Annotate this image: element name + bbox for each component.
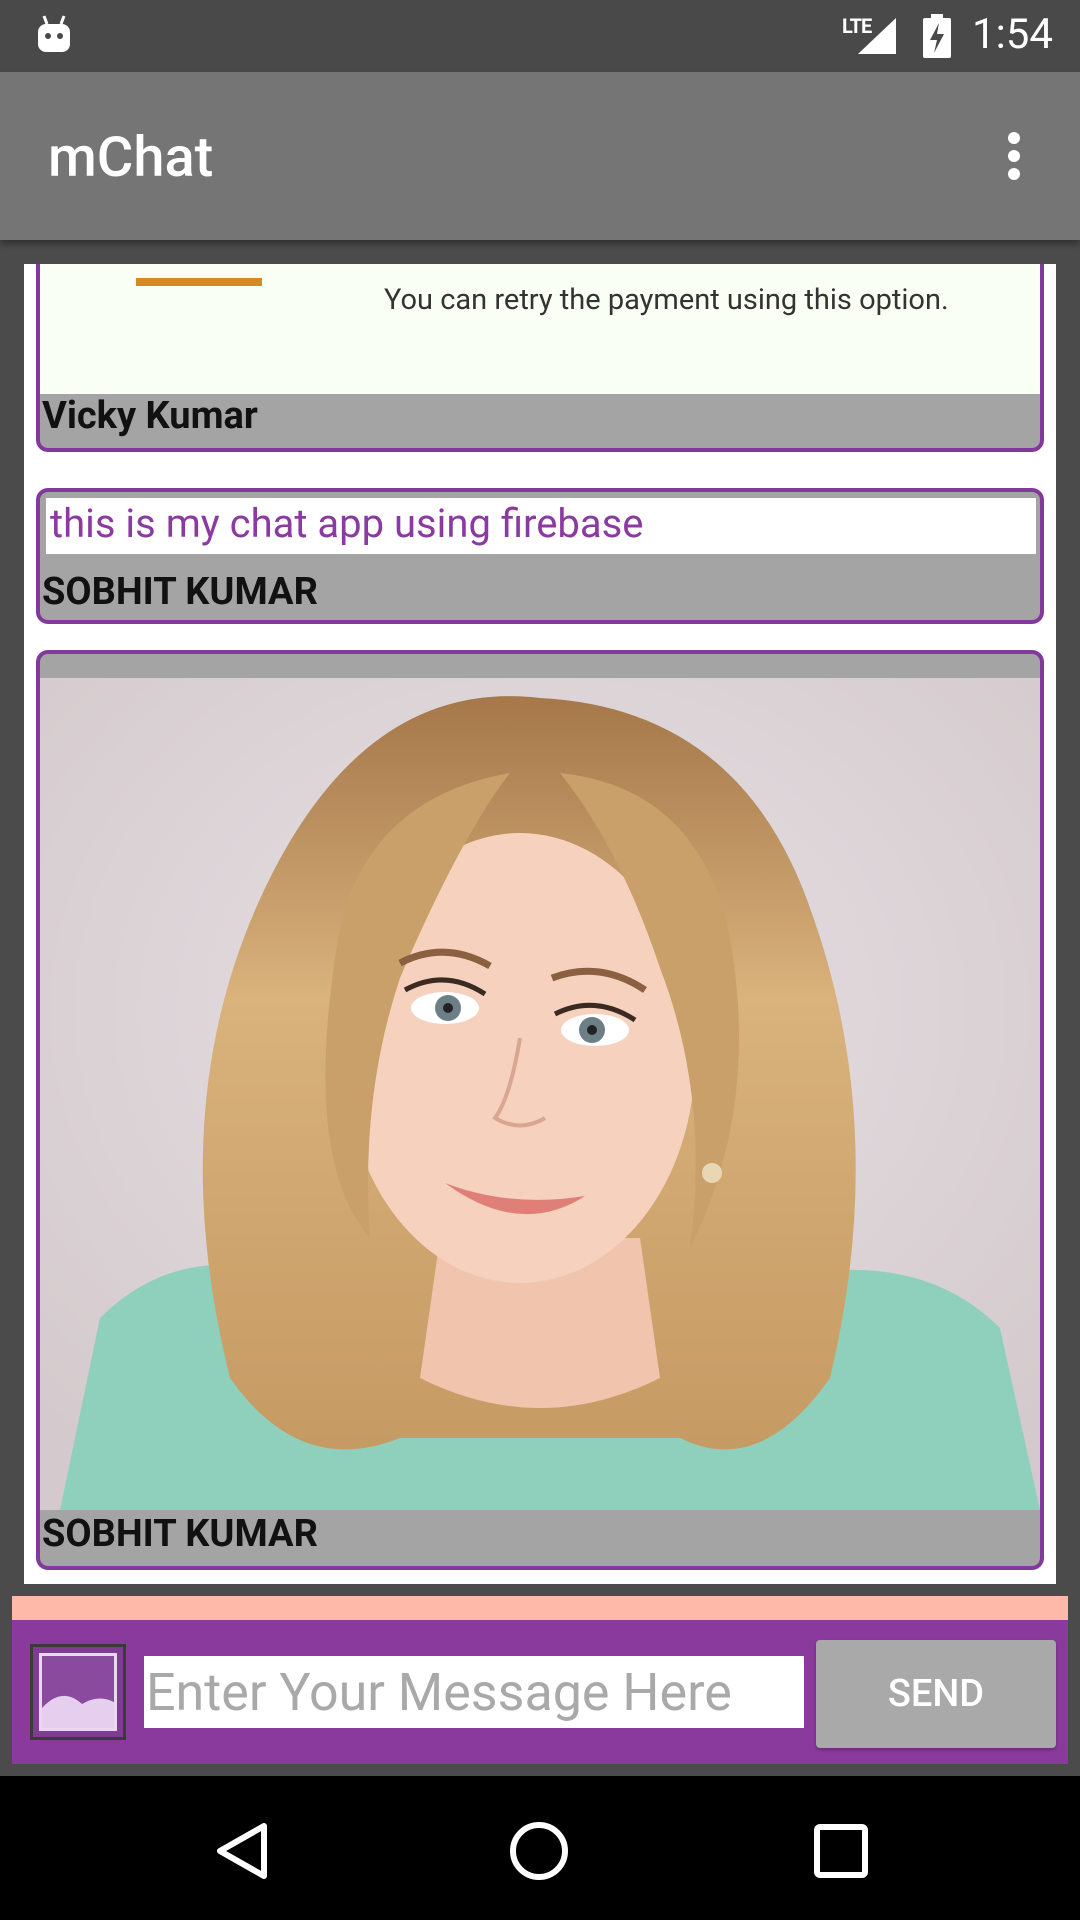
chat-message-image[interactable]: You can retry the payment using this opt… [36,264,1044,452]
chat-message-list[interactable]: You can retry the payment using this opt… [24,264,1056,1584]
image-picker-icon [39,1653,117,1731]
overflow-menu-icon[interactable] [996,128,1032,184]
message-composer: SEND [12,1620,1068,1764]
message-sender: Vicky Kumar [42,394,258,438]
android-icon [38,15,70,52]
screenshot-graphic [136,278,262,286]
portrait-illustration [40,678,1040,1510]
message-sender: SOBHIT KUMAR [42,1512,318,1556]
message-input[interactable] [144,1656,804,1728]
app-toolbar: mChat [0,72,1080,240]
overflow-dot [1008,150,1020,162]
portrait-photo[interactable] [40,678,1040,1510]
recents-icon[interactable] [806,1816,876,1886]
message-text-box: this is my chat app using firebase [46,498,1036,554]
message-sender: SOBHIT KUMAR [42,570,318,614]
overflow-dot [1008,132,1020,144]
screenshot-text: You can retry the payment using this opt… [384,283,949,317]
signal-icon [858,18,896,54]
back-icon[interactable] [206,1816,276,1886]
chat-message-text[interactable]: this is my chat app using firebase SOBHI… [36,488,1044,624]
battery-charging-icon [923,14,951,58]
home-icon[interactable] [504,1816,574,1886]
clock: 1:54 [972,10,1053,59]
shared-screenshot-image[interactable]: You can retry the payment using this opt… [40,264,1040,394]
overflow-dot [1008,168,1020,180]
message-text: this is my chat app using firebase [50,500,644,547]
chat-message-image[interactable]: SOBHIT KUMAR [36,650,1044,1570]
app-title: mChat [48,124,214,190]
image-picker-button[interactable] [30,1644,126,1740]
navigation-bar [0,1776,1080,1920]
send-button[interactable]: SEND [816,1640,1056,1748]
status-bar: LTE 1:54 [0,0,1080,72]
divider-strip [12,1596,1068,1620]
